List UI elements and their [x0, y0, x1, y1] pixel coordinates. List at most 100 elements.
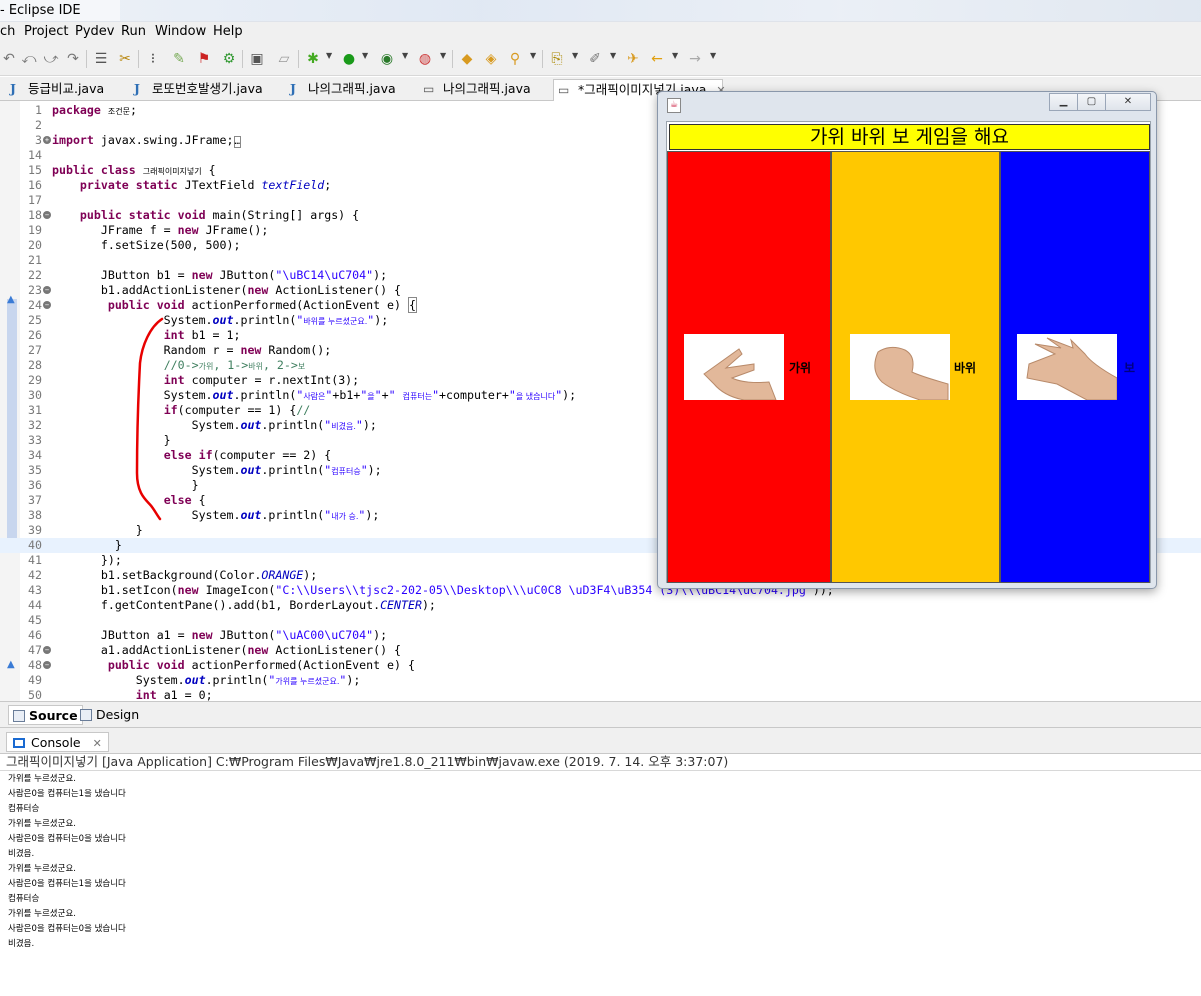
console-line: 비겼음. [8, 849, 35, 859]
back-icon[interactable]: ⤺ [20, 50, 38, 68]
tab-lotto[interactable]: J 로또번호발생기.java [134, 79, 263, 101]
java-file-icon: J [290, 81, 296, 96]
console-line: 사람은0을 컴퓨터는0을 냈습니다 [8, 924, 126, 934]
package-icon[interactable]: ▣ [248, 50, 266, 68]
tab-source[interactable]: Source [8, 705, 83, 725]
console-header: 그래픽이미지넣기 [Java Application] C:₩Program F… [6, 754, 729, 769]
window-title: - Eclipse IDE [0, 3, 81, 18]
java-app-window[interactable]: ☕ ▁ ▢ ✕ 가위 바위 보 게임을 해요 가위 바위 보 [657, 91, 1157, 589]
tab-my-graphic[interactable]: J 나의그래픽.java [290, 79, 396, 101]
tab-design[interactable]: Design [76, 705, 143, 725]
java-file-icon: J [134, 81, 140, 96]
console-line: 가위를 누르셨군요. [8, 864, 76, 874]
chevron-down-icon[interactable]: ▼ [710, 51, 716, 60]
run-config-icon[interactable]: ⚙ [220, 50, 238, 68]
eraser-icon[interactable]: ▱ [275, 50, 293, 68]
close-button[interactable]: ✕ [1105, 93, 1151, 111]
chevron-down-icon[interactable]: ▼ [402, 51, 408, 60]
tab-grade-compare[interactable]: J 등급비교.java [10, 79, 104, 101]
tab-my-graphic-design[interactable]: ▭ 나의그래픽.java [423, 79, 531, 101]
forward-icon[interactable]: ↷ [64, 50, 82, 68]
chevron-down-icon[interactable]: ▼ [326, 51, 332, 60]
scissors-button[interactable]: 가위 [667, 151, 831, 583]
menu-bar: ch Project Pydev Run Window Help [0, 22, 1201, 42]
console-line: 사람은0을 컴퓨터는0을 냈습니다 [8, 834, 126, 844]
tab-label: 나의그래픽.java [442, 81, 531, 96]
annotation-icon[interactable]: ⎘ [548, 50, 566, 68]
title-bar-background [120, 0, 1201, 21]
pen-icon[interactable]: ✎ [170, 50, 188, 68]
toolbar-separator [86, 50, 87, 68]
red-annotation-stroke [135, 317, 164, 521]
console-line: 비겼음. [8, 939, 35, 949]
console-line: 사람은0을 컴퓨터는1을 냈습니다 [8, 789, 126, 799]
paper-hand-image [1017, 334, 1117, 400]
chevron-down-icon[interactable]: ▼ [672, 51, 678, 60]
run-icon[interactable]: ● [340, 50, 358, 68]
console-icon [13, 738, 25, 748]
tab-console[interactable]: Console ✕ [6, 732, 109, 752]
menu-help[interactable]: Help [213, 24, 243, 39]
toolbar-separator [138, 50, 139, 68]
chevron-down-icon[interactable]: ▼ [362, 51, 368, 60]
toolbar: ↶ ⤺ ⤻ ↷ ☰ ✂ ⁝ ✎ ⚑ ⚙ ▣ ▱ ✱ ▼ ● ▼ ◉ ▼ ◍ ▼ … [0, 42, 1201, 76]
console-divider [0, 770, 1201, 771]
pin-icon[interactable]: ✈ [624, 50, 642, 68]
chevron-down-icon[interactable]: ▼ [530, 51, 536, 60]
design-icon [80, 709, 92, 721]
console-line: 컴퓨터승 [8, 894, 40, 904]
console-output[interactable]: 가위를 누르셨군요. 사람은0을 컴퓨터는1을 냈습니다 컴퓨터승 가위를 누르… [8, 772, 126, 952]
tool-icon[interactable]: ✂ [116, 50, 134, 68]
tab-label: 나의그래픽.java [307, 81, 396, 96]
undo-icon[interactable]: ↶ [0, 50, 18, 68]
redo-icon[interactable]: ⤻ [42, 50, 60, 68]
chevron-down-icon[interactable]: ▼ [572, 51, 578, 60]
close-icon[interactable]: ✕ [93, 737, 102, 750]
java-cup-icon: ☕ [667, 98, 681, 113]
format-icon[interactable]: ☰ [92, 50, 110, 68]
window-file-icon: ▭ [423, 82, 435, 96]
debug-icon[interactable]: ✱ [304, 50, 322, 68]
forward-arrow-icon[interactable]: → [686, 50, 704, 68]
search-icon[interactable]: ⚲ [506, 50, 524, 68]
flag-icon[interactable]: ⚑ [195, 50, 213, 68]
paper-button[interactable]: 보 [1000, 151, 1150, 583]
external-tools-icon[interactable]: ◍ [416, 50, 434, 68]
menu-window[interactable]: Window [155, 24, 206, 39]
open-type-icon[interactable]: ◈ [482, 50, 500, 68]
console-line: 가위를 누르셨군요. [8, 774, 76, 784]
source-icon [13, 710, 25, 722]
dots-icon[interactable]: ⁝ [144, 50, 162, 68]
coverage-icon[interactable]: ◉ [378, 50, 396, 68]
tab-label: 등급비교.java [27, 81, 105, 96]
tab-source-label: Source [29, 708, 78, 723]
console-line: 컴퓨터승 [8, 804, 40, 814]
menu-pydev[interactable]: Pydev [75, 24, 114, 39]
console-tab-bar: Console ✕ [0, 728, 1201, 754]
game-title-label: 가위 바위 보 게임을 해요 [669, 124, 1150, 150]
scissors-label: 가위 [789, 361, 812, 375]
menu-project[interactable]: Project [24, 24, 68, 39]
menu-run[interactable]: Run [121, 24, 146, 39]
tab-label: 로또번호발생기.java [151, 81, 263, 96]
menu-search[interactable]: ch [0, 24, 15, 39]
back-arrow-icon[interactable]: ← [648, 50, 666, 68]
toolbar-separator [452, 50, 453, 68]
toolbar-separator [242, 50, 243, 68]
rock-fist-image [850, 334, 950, 400]
last-edit-icon[interactable]: ✐ [586, 50, 604, 68]
new-package-icon[interactable]: ◆ [458, 50, 476, 68]
chevron-down-icon[interactable]: ▼ [610, 51, 616, 60]
java-app-titlebar[interactable]: ☕ ▁ ▢ ✕ [658, 92, 1156, 119]
toolbar-separator [298, 50, 299, 68]
console-view: Console ✕ 그래픽이미지넣기 [Java Application] C:… [0, 727, 1201, 996]
maximize-button[interactable]: ▢ [1077, 93, 1106, 111]
console-line: 가위를 누르셨군요. [8, 909, 76, 919]
rock-label: 바위 [954, 361, 977, 375]
console-line: 사람은0을 컴퓨터는1을 냈습니다 [8, 879, 126, 889]
rock-button[interactable]: 바위 [831, 151, 1000, 583]
tab-design-label: Design [96, 707, 140, 722]
minimize-button[interactable]: ▁ [1049, 93, 1078, 111]
chevron-down-icon[interactable]: ▼ [440, 51, 446, 60]
java-app-content: 가위 바위 보 게임을 해요 가위 바위 보 [666, 121, 1151, 583]
